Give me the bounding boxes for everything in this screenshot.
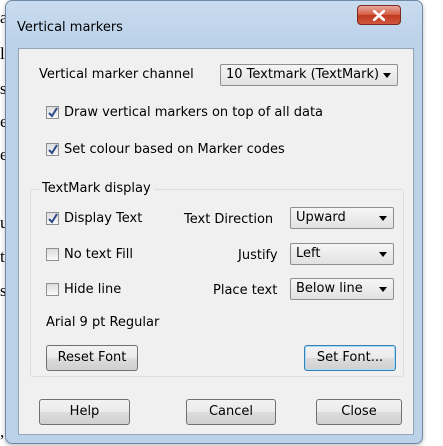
place-text-select[interactable]: Below line	[290, 278, 394, 300]
x-icon	[373, 10, 385, 21]
vertical-markers-dialog: Vertical markers Vertical marker channel…	[5, 0, 423, 444]
justify-value: Left	[296, 246, 321, 261]
place-text-label: Place text	[213, 283, 278, 298]
justify-label: Justify	[238, 248, 278, 263]
reset-font-button[interactable]: Reset Font	[46, 345, 138, 371]
channel-select-value: 10 Textmark (TextMark)	[226, 67, 380, 82]
background-text-char: ,	[0, 422, 5, 441]
font-description: Arial 9 pt Regular	[46, 315, 160, 330]
chevron-down-icon	[379, 216, 387, 221]
textmark-display-title: TextMark display	[39, 181, 154, 196]
checkmark-icon	[48, 107, 58, 118]
display-text-checkbox[interactable]	[46, 212, 59, 225]
cancel-button[interactable]: Cancel	[186, 399, 276, 425]
chevron-down-icon	[383, 73, 391, 78]
no-text-fill-label: No text Fill	[64, 247, 133, 262]
checkmark-icon	[48, 213, 58, 224]
hide-line-checkbox[interactable]	[46, 283, 59, 296]
window-close-button[interactable]	[357, 5, 401, 25]
set-colour-label: Set colour based on Marker codes	[64, 142, 285, 157]
chevron-down-icon	[379, 252, 387, 257]
set-colour-checkbox[interactable]	[46, 143, 59, 156]
checkmark-icon	[48, 144, 58, 155]
help-button[interactable]: Help	[39, 399, 130, 425]
text-direction-label: Text Direction	[184, 212, 274, 227]
chevron-down-icon	[379, 287, 387, 292]
text-direction-select[interactable]: Upward	[290, 207, 394, 229]
dialog-title: Vertical markers	[17, 20, 123, 35]
dialog-body: Vertical marker channel 10 Textmark (Tex…	[18, 48, 414, 435]
justify-select[interactable]: Left	[290, 243, 394, 265]
no-text-fill-checkbox[interactable]	[46, 248, 59, 261]
channel-label: Vertical marker channel	[39, 67, 194, 82]
draw-on-top-checkbox[interactable]	[46, 106, 59, 119]
set-font-button[interactable]: Set Font...	[304, 345, 396, 371]
place-text-value: Below line	[296, 281, 363, 296]
close-button[interactable]: Close	[316, 399, 402, 425]
draw-on-top-label: Draw vertical markers on top of all data	[64, 105, 324, 120]
channel-select[interactable]: 10 Textmark (TextMark)	[220, 64, 398, 86]
text-direction-value: Upward	[296, 210, 346, 225]
hide-line-label: Hide line	[64, 282, 122, 297]
display-text-label: Display Text	[64, 211, 143, 226]
